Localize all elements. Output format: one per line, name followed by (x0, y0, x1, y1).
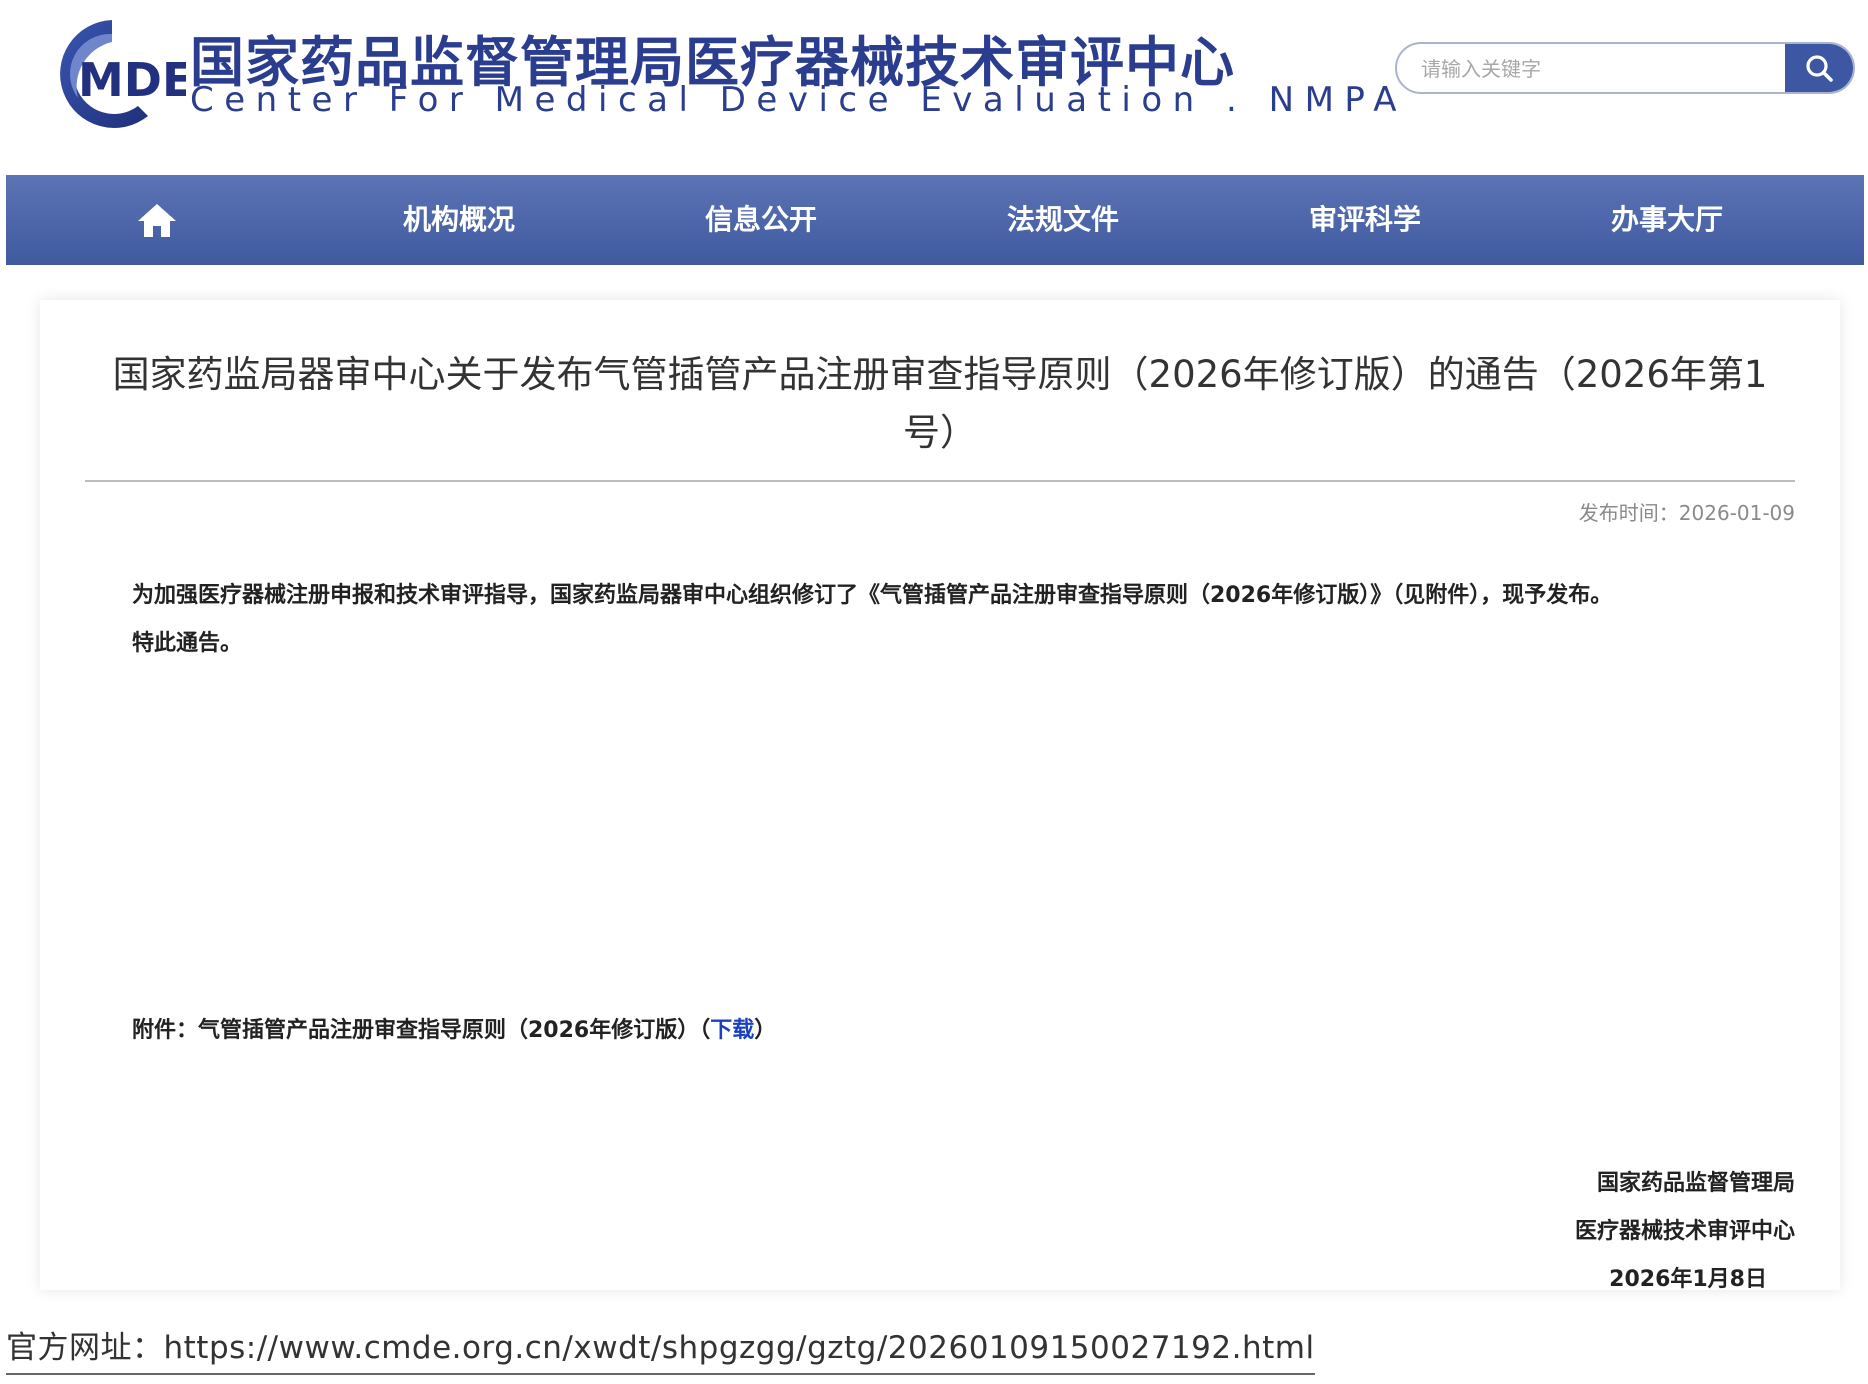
title-divider (85, 480, 1795, 482)
search-icon (1806, 55, 1833, 82)
body-paragraph: 为加强医疗器械注册申报和技术审评指导，国家药监局器审中心组织修订了《气管插管产品… (132, 583, 1613, 608)
search-input[interactable] (1419, 44, 1763, 92)
site-title-en: Center For Medical Device Evaluation . N… (190, 80, 1407, 120)
attachment-label: 附件：气管插管产品注册审查指导原则（2026年修订版）（ (132, 1018, 711, 1043)
signature-org-1: 国家药品监督管理局 (1596, 1171, 1795, 1196)
attachment-line: 附件：气管插管产品注册审查指导原则（2026年修订版）（下载） (132, 1012, 776, 1044)
nav-item-science[interactable]: 审评科学 (1214, 175, 1516, 265)
main-nav: 机构概况 信息公开 法规文件 审评科学 办事大厅 (6, 175, 1864, 265)
nav-item-overview[interactable]: 机构概况 (308, 175, 610, 265)
search-box (1395, 42, 1855, 94)
site-header: MDE 国家药品监督管理局医疗器械技术审评中心 Center For Medic… (0, 0, 1868, 175)
mde-logo[interactable]: MDE (38, 14, 193, 132)
signature-block: 国家药品监督管理局 医疗器械技术审评中心 2026年1月8日 (1575, 1160, 1795, 1304)
signature-org-2: 医疗器械技术审评中心 (1574, 1219, 1795, 1244)
nav-item-services[interactable]: 办事大厅 (1516, 175, 1818, 265)
body-closing: 特此通告。 (132, 631, 243, 656)
home-icon (138, 204, 176, 237)
nav-item-regulations[interactable]: 法规文件 (912, 175, 1214, 265)
attachment-close: ） (754, 1018, 777, 1043)
article-body: 为加强医疗器械注册申报和技术审评指导，国家药监局器审中心组织修订了《气管插管产品… (132, 572, 1802, 668)
publish-time: 发布时间：2026-01-09 (1578, 501, 1795, 525)
signature-date: 2026年1月8日 (1609, 1267, 1767, 1292)
search-button[interactable] (1785, 44, 1853, 92)
article-title: 国家药监局器审中心关于发布气管插管产品注册审查指导原则（2026年修订版）的通告… (112, 353, 1768, 454)
official-url[interactable]: 官方网址：https://www.cmde.org.cn/xwdt/shpgzg… (6, 1322, 1315, 1375)
article-card: 国家药监局器审中心关于发布气管插管产品注册审查指导原则（2026年修订版）的通告… (40, 300, 1840, 1292)
nav-item-info[interactable]: 信息公开 (610, 175, 912, 265)
download-link[interactable]: 下载 (710, 1018, 754, 1043)
logo-text: MDE (78, 53, 186, 107)
nav-home[interactable] (6, 175, 308, 265)
